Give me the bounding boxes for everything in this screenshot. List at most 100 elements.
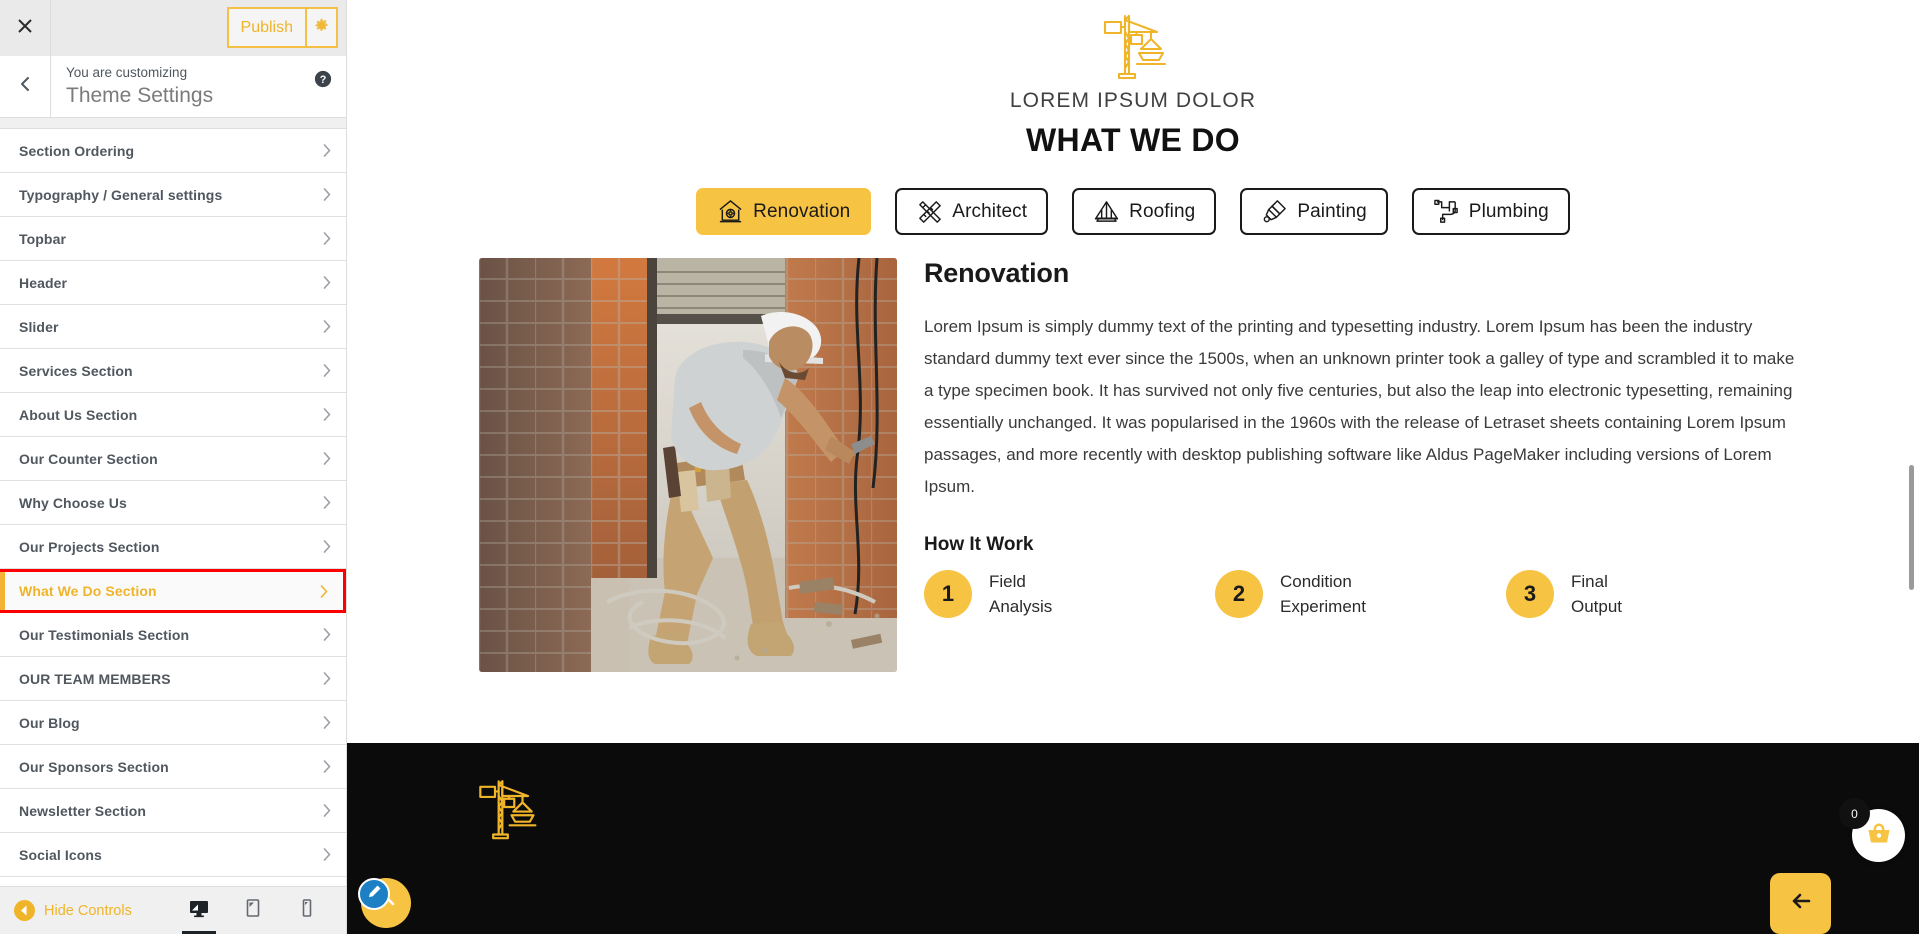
chevron-right-icon: [323, 628, 331, 641]
sidebar-item-what-we-do-section[interactable]: What We Do Section: [0, 569, 346, 613]
page-title: WHAT WE DO: [1026, 122, 1240, 158]
panel-heading: Renovation: [924, 258, 1070, 288]
step-item: 3 Final Output: [1506, 569, 1797, 619]
chevron-right-icon: [323, 276, 331, 289]
publish-group: Publish: [226, 7, 338, 48]
cart-button[interactable]: 0: [1839, 798, 1905, 862]
brand-header: LOREM IPSUM DOLOR WHAT WE DO: [347, 0, 1919, 159]
device-desktop-button[interactable]: [182, 887, 216, 934]
step-item: 2 Condition Experiment: [1215, 569, 1506, 619]
sidebar-item-our-team-members[interactable]: OUR TEAM MEMBERS: [0, 657, 346, 701]
cart-count-badge: 0: [1839, 798, 1870, 829]
chevron-right-icon: [323, 496, 331, 509]
sidebar-item-label: Why Choose Us: [19, 494, 127, 511]
chevron-right-icon: [323, 408, 331, 421]
sidebar-item-label: About Us Section: [19, 406, 138, 423]
step-number: 3: [1506, 570, 1554, 618]
arrow-left-icon: [1788, 888, 1814, 919]
step-label-line1: Field: [989, 572, 1026, 591]
step-label: Final Output: [1571, 569, 1622, 619]
tab-renovation[interactable]: Renovation: [696, 188, 872, 235]
scroll-to-top-button[interactable]: [358, 878, 411, 928]
site-preview-frame: LOREM IPSUM DOLOR WHAT WE DO Renovation: [347, 0, 1919, 934]
brand-subtitle: LOREM IPSUM DOLOR: [1009, 89, 1257, 112]
chevron-left-icon: [19, 76, 32, 97]
edit-page-button[interactable]: [358, 878, 390, 910]
chevron-right-icon: [323, 672, 331, 685]
panel-back-button[interactable]: [0, 56, 51, 117]
collapse-left-icon: [14, 900, 35, 921]
sidebar-item-our-blog[interactable]: Our Blog: [0, 701, 346, 745]
step-label-line1: Final: [1571, 572, 1608, 591]
help-button[interactable]: ?: [314, 70, 332, 88]
sidebar-item-our-projects-section[interactable]: Our Projects Section: [0, 525, 346, 569]
paint-brush-icon: [1261, 198, 1288, 225]
pencil-icon: [367, 884, 382, 904]
back-button[interactable]: [1770, 873, 1831, 934]
pipes-icon: [1433, 198, 1460, 225]
sidebar-item-topbar[interactable]: Topbar: [0, 217, 346, 261]
hide-controls-button[interactable]: Hide Controls: [14, 900, 132, 921]
roof-icon: [1093, 198, 1120, 225]
sidebar-item-label: Newsletter Section: [19, 802, 147, 819]
tab-label: Roofing: [1129, 200, 1196, 222]
sidebar-item-our-sponsors-section[interactable]: Our Sponsors Section: [0, 745, 346, 789]
customizer-sidebar: Publish You are customizing Theme Settin…: [0, 0, 347, 934]
crane-icon: [471, 774, 541, 845]
sidebar-item-about-us-section[interactable]: About Us Section: [0, 393, 346, 437]
sidebar-item-label: Slider: [19, 318, 59, 335]
panel-figure: [479, 258, 897, 672]
site-footer: 0: [347, 743, 1919, 934]
publish-settings-button[interactable]: [305, 7, 338, 48]
sidebar-item-newsletter-section[interactable]: Newsletter Section: [0, 789, 346, 833]
chevron-right-icon: [323, 540, 331, 553]
close-customizer-button[interactable]: [0, 0, 51, 56]
customizer-section-list: Section Ordering Typography / General se…: [0, 129, 346, 886]
preview-scrollbar[interactable]: [1907, 0, 1917, 934]
device-mobile-button[interactable]: [290, 887, 324, 934]
step-label: Condition Experiment: [1280, 569, 1366, 619]
tab-roofing[interactable]: Roofing: [1072, 188, 1217, 235]
step-label: Field Analysis: [989, 569, 1052, 619]
step-number: 2: [1215, 570, 1263, 618]
sidebar-item-typography-general-settings[interactable]: Typography / General settings: [0, 173, 346, 217]
sidebar-item-header[interactable]: Header: [0, 261, 346, 305]
tab-architect[interactable]: Architect: [895, 188, 1049, 235]
step-number: 1: [924, 570, 972, 618]
tab-label: Painting: [1297, 200, 1367, 222]
panel-content: Renovation Lorem Ipsum is simply dummy t…: [897, 258, 1919, 672]
crane-icon: [347, 8, 1919, 85]
sidebar-item-why-choose-us[interactable]: Why Choose Us: [0, 481, 346, 525]
publish-button[interactable]: Publish: [226, 7, 305, 48]
sidebar-item-label: Our Projects Section: [19, 538, 160, 555]
sidebar-item-our-counter-section[interactable]: Our Counter Section: [0, 437, 346, 481]
customizer-panel-header: You are customizing Theme Settings ?: [0, 56, 346, 118]
sidebar-item-label: Services Section: [19, 362, 133, 379]
sidebar-item-social-icons[interactable]: Social Icons: [0, 833, 346, 877]
device-tablet-button[interactable]: [236, 887, 270, 934]
chevron-right-icon: [323, 232, 331, 245]
site-scroll-area: LOREM IPSUM DOLOR WHAT WE DO Renovation: [347, 0, 1919, 934]
preview-scrollbar-thumb[interactable]: [1909, 465, 1914, 590]
how-it-work-steps: 1 Field Analysis 2 Condition Experiment: [924, 569, 1797, 619]
device-preview-group: [182, 887, 338, 934]
svg-text:?: ?: [320, 74, 327, 86]
sidebar-item-section-ordering[interactable]: Section Ordering: [0, 129, 346, 173]
customizing-label: You are customizing: [66, 64, 188, 80]
tab-painting[interactable]: Painting: [1240, 188, 1388, 235]
sidebar-item-our-testimonials-section[interactable]: Our Testimonials Section: [0, 613, 346, 657]
sidebar-item-label: Our Sponsors Section: [19, 758, 169, 775]
chevron-right-icon: [323, 716, 331, 729]
chevron-right-icon: [323, 320, 331, 333]
panel-divider-strip: [0, 118, 346, 129]
step-item: 1 Field Analysis: [924, 569, 1215, 619]
step-label-line1: Condition: [1280, 572, 1352, 591]
step-label-line2: Output: [1571, 597, 1623, 616]
chevron-right-icon: [323, 144, 331, 157]
sidebar-item-slider[interactable]: Slider: [0, 305, 346, 349]
tab-label: Renovation: [753, 200, 851, 222]
sidebar-item-services-section[interactable]: Services Section: [0, 349, 346, 393]
tab-plumbing[interactable]: Plumbing: [1411, 188, 1570, 235]
chevron-right-icon: [323, 760, 331, 773]
help-icon: ?: [314, 70, 332, 92]
